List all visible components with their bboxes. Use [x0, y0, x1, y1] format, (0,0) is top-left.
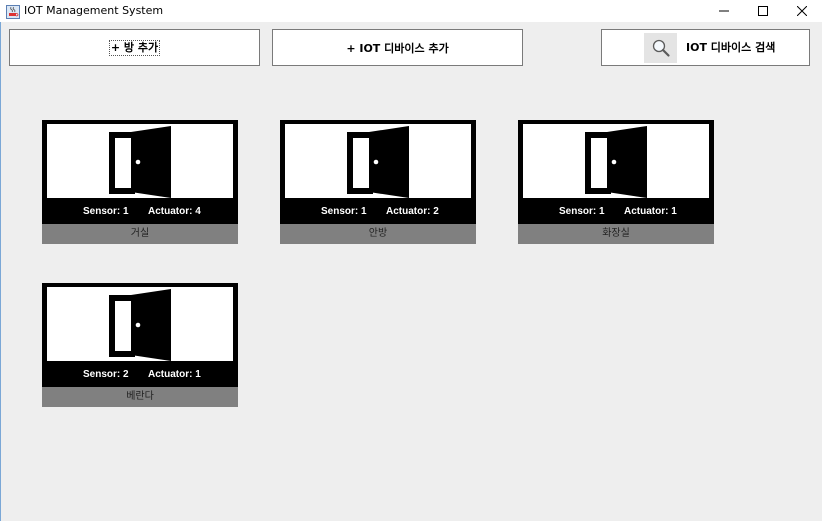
- room-name: 화장실: [518, 224, 714, 244]
- sensor-count: Sensor: 1: [321, 206, 367, 217]
- room-card[interactable]: Sensor: 2 Actuator: 1 베란다: [42, 283, 238, 409]
- open-door-icon: [109, 289, 171, 361]
- actuator-count: Actuator: 4: [148, 206, 201, 217]
- sensor-count: Sensor: 1: [83, 206, 129, 217]
- room-card[interactable]: Sensor: 1 Actuator: 4 거실: [42, 120, 238, 246]
- add-room-button[interactable]: + 방 추가: [9, 29, 260, 66]
- room-image: Sensor: 1 Actuator: 4: [42, 120, 238, 224]
- close-icon: [797, 6, 807, 16]
- close-button[interactable]: [783, 0, 821, 22]
- actuator-count: Actuator: 2: [386, 206, 439, 217]
- room-image: Sensor: 1 Actuator: 2: [280, 120, 476, 224]
- room-card[interactable]: Sensor: 1 Actuator: 2 안방: [280, 120, 476, 246]
- window-border: [0, 22, 1, 521]
- sensor-count: Sensor: 2: [83, 369, 129, 380]
- room-image: Sensor: 2 Actuator: 1: [42, 283, 238, 387]
- minimize-button[interactable]: [705, 0, 743, 22]
- room-card[interactable]: Sensor: 1 Actuator: 1 화장실: [518, 120, 714, 246]
- actuator-count: Actuator: 1: [624, 206, 677, 217]
- add-device-label: + IOT 디바이스 추가: [346, 41, 449, 55]
- room-name: 거실: [42, 224, 238, 244]
- open-door-icon: [109, 126, 171, 198]
- title-bar[interactable]: IOT Management System: [0, 0, 822, 22]
- open-door-icon: [585, 126, 647, 198]
- room-name: 안방: [280, 224, 476, 244]
- search-device-label: IOT 디바이스 검색: [686, 41, 776, 54]
- maximize-button[interactable]: [744, 0, 782, 22]
- magnifier-icon: [644, 33, 677, 63]
- minimize-icon: [719, 10, 729, 12]
- java-cup-icon: [6, 4, 20, 19]
- window-title: IOT Management System: [24, 4, 164, 17]
- add-iot-device-button[interactable]: + IOT 디바이스 추가: [272, 29, 523, 66]
- sensor-count: Sensor: 1: [559, 206, 605, 217]
- open-door-icon: [347, 126, 409, 198]
- search-iot-device-button[interactable]: IOT 디바이스 검색: [601, 29, 810, 66]
- room-name: 베란다: [42, 387, 238, 407]
- room-image: Sensor: 1 Actuator: 1: [518, 120, 714, 224]
- actuator-count: Actuator: 1: [148, 369, 201, 380]
- maximize-icon: [758, 6, 768, 16]
- add-room-label: + 방 추가: [108, 39, 161, 56]
